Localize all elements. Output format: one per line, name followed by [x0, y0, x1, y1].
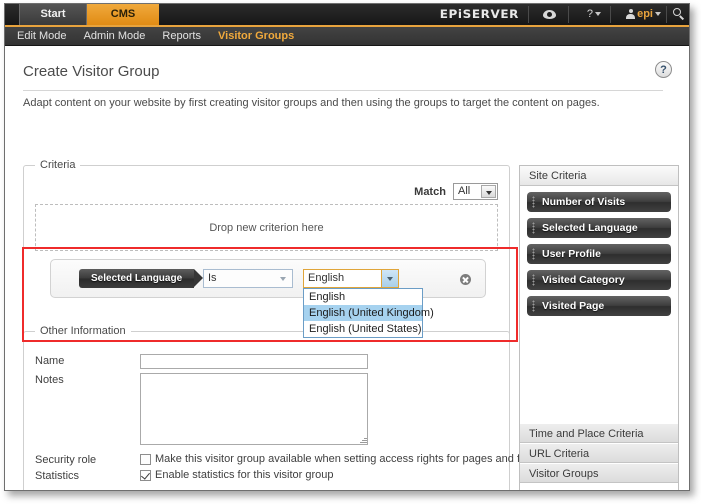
- criteria-side-panel: Site Criteria Number of Visits Selected …: [519, 165, 679, 491]
- other-information-panel: Other Information Name Notes Security ro…: [23, 331, 510, 491]
- application-window: Start CMS EPiSERVER ? epi Edit Mode Admi…: [4, 3, 690, 491]
- criteria-button-number-of-visits[interactable]: Number of Visits: [527, 192, 671, 212]
- criteria-panel: Criteria Match All Drop new criterion he…: [23, 165, 510, 344]
- accordion-body-site-criteria: Number of Visits Selected Language User …: [520, 186, 678, 423]
- language-option-english-united-kingdom[interactable]: English (United Kingdom): [304, 305, 422, 321]
- name-label: Name: [35, 355, 64, 367]
- toolbar-divider-3: [610, 6, 611, 23]
- criteria-button-label: User Profile: [542, 248, 601, 260]
- drag-handle-icon: [532, 300, 535, 312]
- criteria-button-user-profile[interactable]: User Profile: [527, 244, 671, 264]
- person-icon: [626, 9, 635, 20]
- criterion-operator-select[interactable]: Is: [203, 269, 293, 288]
- toolbar-divider-2: [568, 6, 569, 23]
- criterion-language-option-list: English English (United Kingdom) English…: [303, 288, 423, 338]
- chevron-down-icon: [595, 12, 601, 16]
- match-select[interactable]: All: [453, 183, 498, 200]
- subnav-item-admin-mode[interactable]: Admin Mode: [84, 27, 146, 46]
- accordion-header-site-criteria[interactable]: Site Criteria: [520, 166, 678, 186]
- language-option-english-united-states[interactable]: English (United States): [304, 321, 422, 337]
- criteria-button-label: Number of Visits: [542, 196, 625, 208]
- criterion-language-combobox: English English English (United Kingdom)…: [303, 269, 399, 288]
- accordion-header-url-criteria[interactable]: URL Criteria: [520, 443, 678, 463]
- subnav-item-visitor-groups[interactable]: Visitor Groups: [218, 27, 294, 46]
- match-label: Match: [414, 186, 446, 198]
- criteria-button-visited-page[interactable]: Visited Page: [527, 296, 671, 316]
- criteria-button-visited-category[interactable]: Visited Category: [527, 270, 671, 290]
- language-option-english[interactable]: English: [304, 289, 422, 305]
- statistics-description: Enable statistics for this visitor group: [155, 469, 334, 481]
- subnav-item-edit-mode[interactable]: Edit Mode: [17, 27, 67, 46]
- accordion-header-visitor-groups[interactable]: Visitor Groups: [520, 463, 678, 483]
- global-search-button[interactable]: [673, 4, 685, 25]
- notes-label: Notes: [35, 374, 64, 386]
- drag-handle-icon: [532, 248, 535, 260]
- title-divider: [23, 90, 663, 91]
- criteria-button-label: Visited Page: [542, 300, 604, 312]
- criterion-chip-selected-language[interactable]: Selected Language: [79, 269, 194, 288]
- chevron-down-icon: [276, 270, 290, 287]
- other-information-legend: Other Information: [35, 325, 131, 337]
- help-circle-icon[interactable]: ?: [655, 61, 672, 78]
- match-row: Match All: [414, 183, 498, 200]
- episerver-logo: EPiSERVER: [440, 7, 519, 20]
- criterion-language-select[interactable]: English: [303, 269, 399, 288]
- name-input[interactable]: [140, 354, 368, 369]
- global-toolbar: Start CMS EPiSERVER ? epi: [5, 4, 689, 27]
- view-mode-icon[interactable]: [543, 4, 556, 25]
- security-role-label: Security role: [35, 454, 96, 466]
- user-menu-button[interactable]: epi: [626, 4, 661, 25]
- page-title: Create Visitor Group: [23, 63, 159, 80]
- notes-textarea[interactable]: [140, 373, 368, 445]
- criterion-row: Selected Language Is English English Eng…: [50, 259, 486, 298]
- subnav-item-reports[interactable]: Reports: [162, 27, 201, 46]
- drag-handle-icon: [532, 196, 535, 208]
- drag-handle-icon: [532, 274, 535, 286]
- chevron-down-icon[interactable]: [381, 270, 398, 287]
- statistics-label: Statistics: [35, 470, 79, 482]
- criteria-button-label: Selected Language: [542, 222, 638, 234]
- remove-criterion-icon[interactable]: [460, 274, 471, 285]
- toolbar-divider-4: [666, 6, 667, 23]
- accordion-header-time-and-place-criteria[interactable]: Time and Place Criteria: [520, 423, 678, 443]
- criteria-button-selected-language[interactable]: Selected Language: [527, 218, 671, 238]
- global-tab-start[interactable]: Start: [19, 4, 87, 25]
- toolbar-divider-1: [528, 6, 529, 23]
- criterion-language-value: English: [304, 272, 364, 284]
- security-role-checkbox[interactable]: [140, 454, 151, 465]
- global-tab-cms[interactable]: CMS: [87, 4, 159, 25]
- page-description: Adapt content on your website by first c…: [23, 97, 600, 109]
- criteria-button-label: Visited Category: [542, 274, 625, 286]
- criterion-dropzone[interactable]: Drop new criterion here: [35, 204, 498, 251]
- user-name-label: epi: [637, 8, 653, 20]
- chevron-down-icon: [481, 185, 496, 198]
- eye-icon: [543, 10, 556, 19]
- chevron-down-icon: [655, 12, 661, 16]
- help-menu-button[interactable]: ?: [587, 4, 601, 25]
- criteria-legend: Criteria: [35, 159, 80, 171]
- help-menu-label: ?: [587, 8, 593, 20]
- page-content: Create Visitor Group ? Adapt content on …: [5, 46, 689, 491]
- search-icon: [673, 8, 685, 20]
- drag-handle-icon: [532, 222, 535, 234]
- statistics-checkbox[interactable]: [140, 470, 151, 481]
- security-role-description: Make this visitor group available when s…: [155, 453, 540, 465]
- sub-navigation: Edit Mode Admin Mode Reports Visitor Gro…: [5, 27, 689, 46]
